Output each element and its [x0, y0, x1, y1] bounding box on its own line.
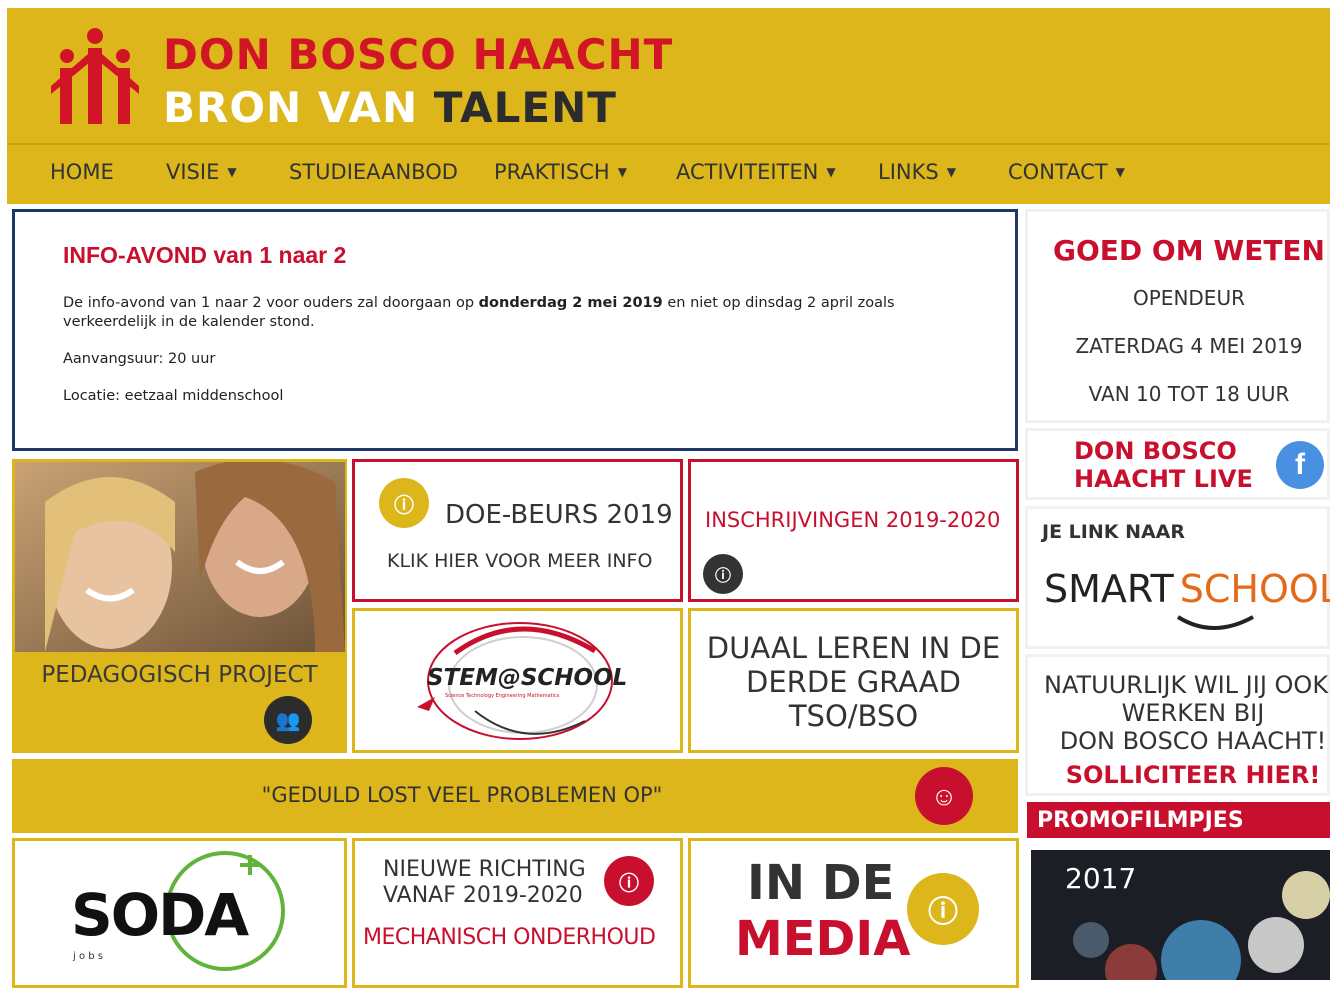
nav-links[interactable]: LINKS ▼ [878, 160, 956, 184]
promo-video-thumbnail[interactable]: 2017 [1031, 850, 1330, 980]
box-line-1: OPENDEUR [1133, 286, 1245, 310]
tile-nieuwe-richting[interactable]: NIEUWE RICHTING VANAF 2019-2020 ⓘ MECHAN… [352, 838, 683, 988]
chevron-down-icon: ▼ [1115, 165, 1125, 179]
tile-soda-jobs[interactable]: SODA j o b s [12, 838, 347, 988]
smart-label: JE LINK NAAR [1042, 521, 1186, 543]
info-icon: ⓘ [907, 873, 979, 945]
quote-banner[interactable]: "GEDULD LOST VEEL PROBLEMEN OP" ☺ [12, 759, 1018, 833]
tile-title: PEDAGOGISCH PROJECT [41, 662, 318, 688]
main-nav: HOME VISIE ▼ STUDIEAANBOD PRAKTISCH ▼ ACTI… [7, 160, 1330, 196]
promofilmpjes-header: PROMOFILMPJES [1027, 802, 1330, 838]
nav-studieaanbod[interactable]: STUDIEAANBOD [289, 160, 458, 184]
nav-praktisch[interactable]: PRAKTISCH ▼ [494, 160, 627, 184]
tile-stem-school[interactable]: STEM@SCHOOL Science Technology Engineeri… [352, 608, 683, 753]
vacature-box[interactable]: NATUURLIJK WIL JIJ OOK WERKEN BIJ DON BO… [1025, 654, 1330, 796]
tile-duaal-leren[interactable]: DUAAL LEREN IN DE DERDE GRAAD TSO/BSO [688, 608, 1019, 753]
tile-title: DOE-BEURS 2019 [445, 500, 673, 530]
soda-logo-sub: j o b s [73, 951, 103, 962]
chevron-down-icon: ▼ [946, 165, 956, 179]
nav-activiteiten[interactable]: ACTIVITEITEN ▼ [676, 160, 836, 184]
chevron-down-icon: ▼ [826, 165, 836, 179]
tile-pedagogisch-project[interactable]: PEDAGOGISCH PROJECT 👥 [12, 459, 347, 753]
tile-title: INSCHRIJVINGEN 2019-2020 [705, 508, 1001, 532]
tile-in-de-media[interactable]: IN DE MEDIA ⓘ [688, 838, 1019, 988]
promo-title: PROMOFILMPJES [1037, 808, 1244, 833]
tile-title-line-2: MEDIA [735, 911, 911, 967]
stem-logo-subtext: Science Technology Engineering Mathemati… [445, 693, 560, 699]
smartschool-logo-part-b: SCHOOL [1179, 567, 1330, 611]
tile-doe-beurs[interactable]: ⓘ DOE-BEURS 2019 KLIK HIER VOOR MEER INF… [352, 459, 683, 602]
news-text: en niet op dinsdag 2 april zoals [662, 295, 895, 311]
soda-logo-text: SODA [71, 881, 249, 949]
smartschool-box[interactable]: JE LINK NAAR SMART SCHOOL [1025, 506, 1330, 649]
tile-title-line-2: DERDE GRAAD [746, 665, 961, 699]
info-icon: ⓘ [604, 856, 654, 906]
news-text: verkeerdelijk in de kalender stond. [63, 314, 315, 330]
logo-tagline: BRON VAN TALENT [163, 83, 617, 132]
tile-inschrijvingen[interactable]: INSCHRIJVINGEN 2019-2020 ⓘ [688, 459, 1019, 602]
live-line-1: DON BOSCO [1074, 437, 1237, 465]
news-paragraph-3: Locatie: eetzaal middenschool [63, 388, 284, 404]
news-info-box: INFO-AVOND van 1 naar 2 De info-avond va… [12, 209, 1018, 451]
goed-om-weten-box: GOED OM WETEN OPENDEUR ZATERDAG 4 MEI 20… [1025, 209, 1330, 423]
don-bosco-portrait-icon: ☺ [915, 767, 973, 825]
don-bosco-logo-icon[interactable] [47, 26, 143, 126]
smartschool-logo: SMART SCHOOL [1044, 567, 1330, 611]
chevron-down-icon: ▼ [617, 165, 627, 179]
news-paragraph-1: De info-avond van 1 naar 2 voor ouders z… [63, 294, 895, 332]
smile-swoosh-icon [1176, 615, 1254, 630]
nav-contact[interactable]: CONTACT ▼ [1008, 160, 1125, 184]
smartschool-logo-part-a: SMART [1044, 567, 1174, 611]
tagline-part-b: TALENT [433, 83, 617, 132]
tile-title-line-2: VANAF 2019-2020 [383, 883, 583, 908]
live-line-2: HAACHT LIVE [1074, 465, 1253, 493]
werk-line-1: NATUURLIJK WIL JIJ OOK [1044, 671, 1329, 699]
nav-home[interactable]: HOME [50, 160, 114, 184]
nav-visie[interactable]: VISIE ▼ [166, 160, 237, 184]
news-paragraph-2: Aanvangsuur: 20 uur [63, 351, 216, 367]
tile-title-line-1: NIEUWE RICHTING [383, 857, 586, 882]
quote-text: "GEDULD LOST VEEL PROBLEMEN OP" [261, 783, 663, 807]
werk-line-3: DON BOSCO HAACHT! [1059, 727, 1327, 755]
tile-title-line-1: IN DE [747, 855, 895, 911]
box-line-3: VAN 10 TOT 18 UUR [1088, 382, 1290, 406]
info-icon: ⓘ [379, 478, 429, 528]
chevron-down-icon: ▼ [227, 165, 237, 179]
students-photo [15, 462, 345, 652]
site-header: DON BOSCO HAACHT BRON VAN TALENT HOME VI… [7, 8, 1330, 204]
facebook-icon[interactable]: f [1276, 441, 1324, 489]
box-title: GOED OM WETEN [1053, 234, 1325, 267]
logo-title[interactable]: DON BOSCO HAACHT [163, 30, 673, 79]
news-title: INFO-AVOND van 1 naar 2 [63, 242, 347, 268]
facebook-live-box[interactable]: DON BOSCO HAACHT LIVE f [1025, 428, 1330, 500]
promo-year: 2017 [1065, 862, 1137, 895]
stem-logo-text: STEM@SCHOOL [427, 665, 628, 691]
info-icon: ⓘ [703, 554, 743, 594]
tile-highlight: MECHANISCH ONDERHOUD [363, 925, 656, 950]
tile-subtitle: KLIK HIER VOOR MEER INFO [387, 550, 653, 572]
solliciteer-link[interactable]: SOLLICITEER HIER! [1028, 761, 1330, 789]
tile-title-line-1: DUAAL LEREN IN DE [706, 631, 1001, 665]
werk-line-2: WERKEN BIJ [1121, 699, 1265, 727]
box-line-2: ZATERDAG 4 MEI 2019 [1075, 334, 1303, 358]
news-text: De info-avond van 1 naar 2 voor ouders z… [63, 295, 479, 311]
tagline-part-a: BRON VAN [163, 83, 419, 132]
tile-title-line-3: TSO/BSO [788, 699, 919, 733]
people-icon: 👥 [264, 696, 312, 744]
header-divider [7, 143, 1330, 145]
news-date-bold: donderdag 2 mei 2019 [478, 295, 663, 311]
